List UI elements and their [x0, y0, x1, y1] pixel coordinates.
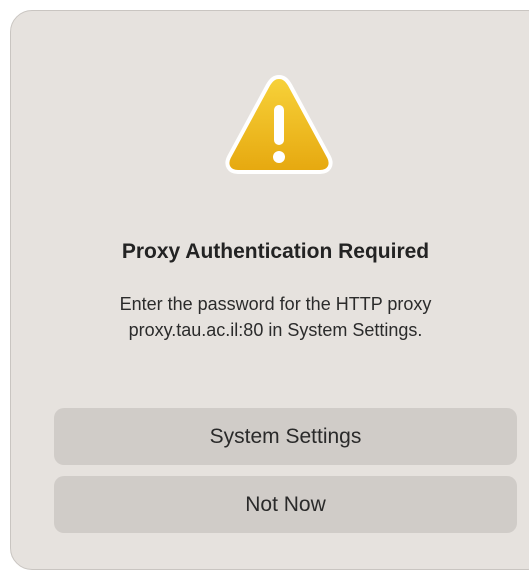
not-now-button[interactable]: Not Now: [54, 476, 517, 533]
message-line-2: proxy.tau.ac.il:80 in System Settings.: [128, 320, 423, 340]
alert-dialog: Proxy Authentication Required Enter the …: [10, 10, 529, 570]
system-settings-button[interactable]: System Settings: [54, 408, 517, 465]
dialog-title: Proxy Authentication Required: [121, 240, 430, 263]
dialog-message: Enter the password for the HTTP proxy pr…: [51, 291, 500, 343]
message-line-1: Enter the password for the HTTP proxy: [119, 294, 432, 314]
warning-triangle-icon: [225, 75, 333, 174]
